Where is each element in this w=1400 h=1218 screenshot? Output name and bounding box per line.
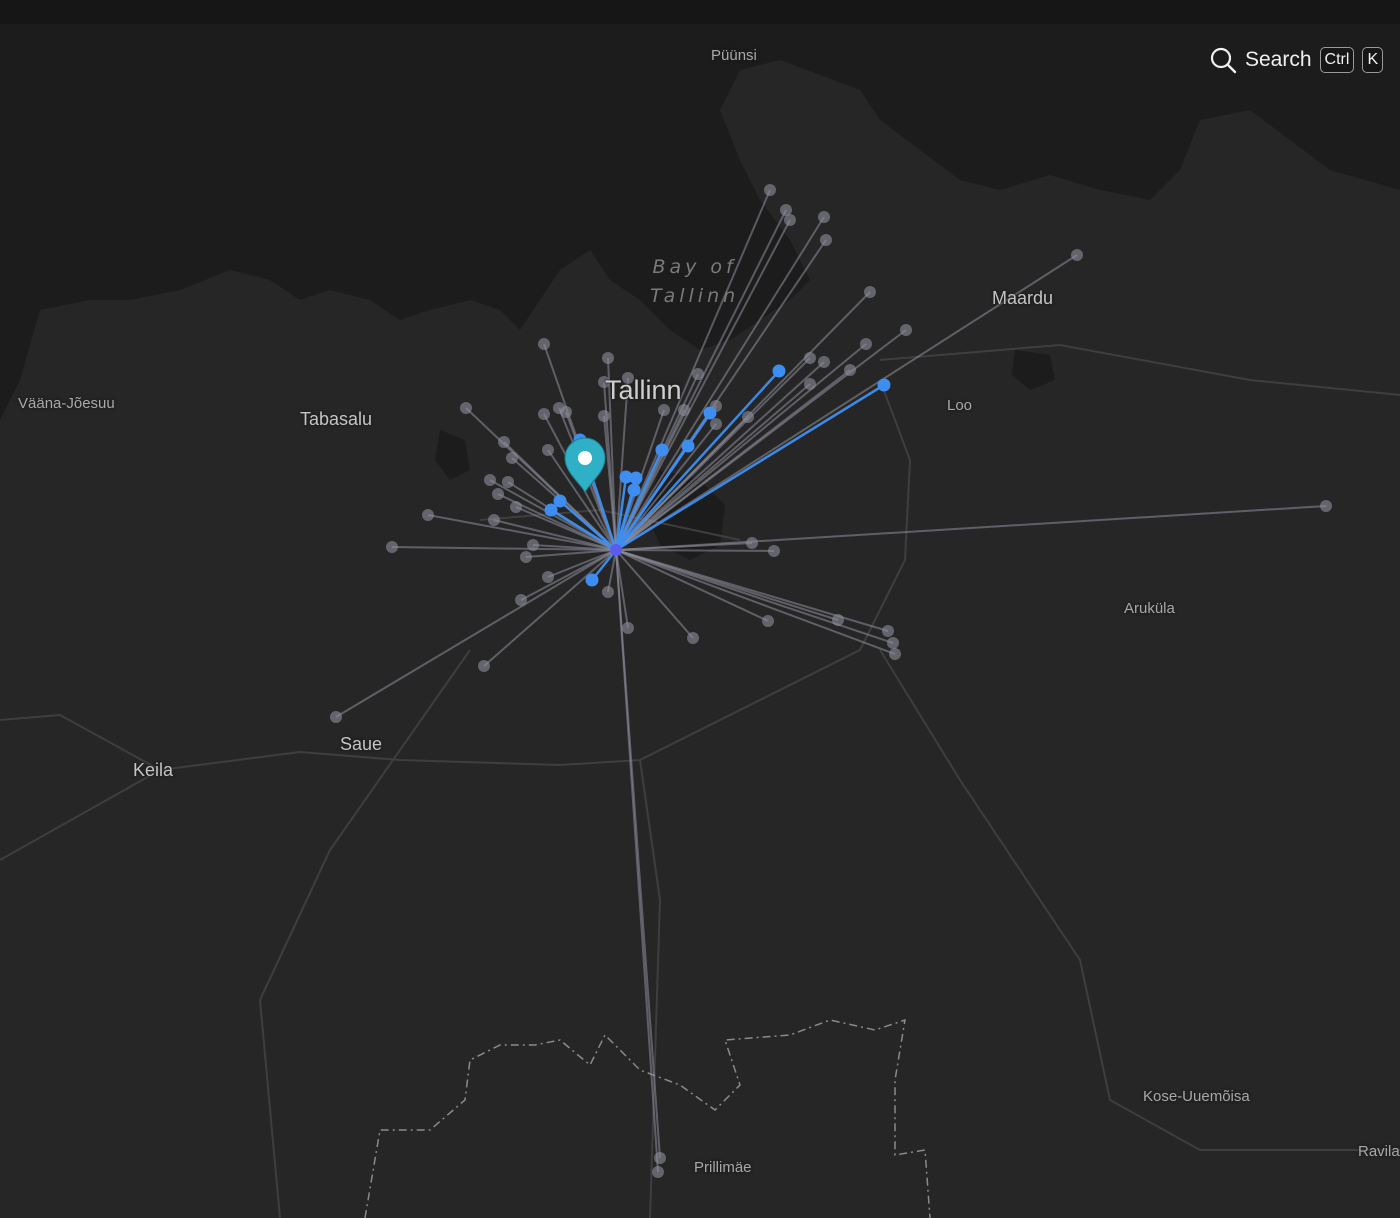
endpoint-dot-grey[interactable] <box>818 356 830 368</box>
endpoint-dot-grey[interactable] <box>602 352 614 364</box>
place-label-keila: Keila <box>133 760 174 780</box>
place-label-saue: Saue <box>340 734 383 754</box>
endpoint-dot-grey[interactable] <box>386 541 398 553</box>
endpoint-dot-blue[interactable] <box>877 378 891 392</box>
place-label-kose-uuemoisa: Kose-Uuemõisa <box>1143 1088 1250 1105</box>
place-label-arukula: Aruküla <box>1124 600 1175 617</box>
endpoint-dot-grey[interactable] <box>498 436 510 448</box>
endpoint-dot-grey[interactable] <box>864 286 876 298</box>
endpoint-dot-grey[interactable] <box>492 488 504 500</box>
endpoint-dot-blue[interactable] <box>655 443 669 457</box>
sea <box>0 24 1400 420</box>
search-label: Search <box>1245 48 1312 71</box>
endpoint-dot-grey[interactable] <box>742 411 754 423</box>
endpoint-dot-grey[interactable] <box>422 509 434 521</box>
endpoint-dot-grey[interactable] <box>692 368 704 380</box>
endpoint-dot-grey[interactable] <box>832 614 844 626</box>
place-label-bay-of-tallinn: Bay of Tallinn <box>650 253 739 311</box>
endpoint-dot-grey[interactable] <box>622 622 634 634</box>
endpoint-dot-grey[interactable] <box>598 410 610 422</box>
endpoint-dot-grey[interactable] <box>652 1166 664 1178</box>
endpoint-dot-grey[interactable] <box>882 625 894 637</box>
endpoint-dot-grey[interactable] <box>488 514 500 526</box>
connection-line-grey <box>615 549 889 632</box>
bay-label-line1: Bay of <box>652 256 737 278</box>
lake-harku <box>435 430 470 480</box>
search-button[interactable]: Search Ctrl K <box>1209 46 1384 74</box>
endpoint-dot-grey[interactable] <box>746 537 758 549</box>
place-label-ravila: Ravila <box>1358 1143 1400 1160</box>
county-boundary <box>364 1018 931 1218</box>
search-icon <box>1210 47 1237 74</box>
map-canvas[interactable]: Püünsi Bay of Tallinn Maardu Tallinn Vää… <box>0 24 1400 1218</box>
hub-dot[interactable] <box>610 544 622 556</box>
endpoint-dot-grey[interactable] <box>538 408 550 420</box>
endpoint-dot-grey[interactable] <box>860 338 872 350</box>
endpoint-dot-grey[interactable] <box>687 632 699 644</box>
lake-maardu <box>1012 350 1055 390</box>
endpoint-dot-grey[interactable] <box>527 539 539 551</box>
endpoint-dot-grey[interactable] <box>1071 249 1083 261</box>
endpoint-dot-grey[interactable] <box>1320 500 1332 512</box>
endpoint-dot-grey[interactable] <box>330 711 342 723</box>
endpoint-dot-grey[interactable] <box>542 571 554 583</box>
connection-line-grey <box>615 549 775 552</box>
endpoint-dot-blue[interactable] <box>585 573 599 587</box>
endpoint-dot-blue[interactable] <box>544 503 558 517</box>
endpoint-dot-grey[interactable] <box>538 338 550 350</box>
endpoint-dot-grey[interactable] <box>768 545 780 557</box>
shortcut-key-k: K <box>1362 47 1384 73</box>
connection-line-grey <box>615 549 896 655</box>
map-svg <box>0 24 1400 1218</box>
endpoint-dot-grey[interactable] <box>762 615 774 627</box>
endpoint-dot-blue[interactable] <box>619 470 633 484</box>
endpoint-dot-grey[interactable] <box>520 551 532 563</box>
connection-line-grey <box>483 549 617 667</box>
endpoint-dot-blue[interactable] <box>681 439 695 453</box>
shortcut-key-ctrl: Ctrl <box>1319 47 1355 73</box>
endpoint-dot-grey[interactable] <box>889 648 901 660</box>
connection-line-grey <box>615 549 769 622</box>
top-bar <box>0 0 1400 25</box>
connection-endpoints <box>330 184 1332 1178</box>
place-label-tabasalu: Tabasalu <box>300 409 373 429</box>
bay-label-line2: Tallinn <box>650 285 740 307</box>
endpoint-dot-grey[interactable] <box>478 660 490 672</box>
pin-center-dot <box>578 451 592 465</box>
endpoint-dot-blue[interactable] <box>627 483 641 497</box>
endpoint-dot-grey[interactable] <box>484 474 496 486</box>
endpoint-dot-grey[interactable] <box>818 211 830 223</box>
endpoint-dot-grey[interactable] <box>602 586 614 598</box>
endpoint-dot-grey[interactable] <box>460 402 472 414</box>
endpoint-dot-grey[interactable] <box>560 406 572 418</box>
connection-line-grey <box>615 549 659 1173</box>
endpoint-dot-grey[interactable] <box>654 1152 666 1164</box>
endpoint-dot-grey[interactable] <box>502 476 514 488</box>
endpoint-dot-blue[interactable] <box>772 364 786 378</box>
place-label-prillimae: Prillimäe <box>694 1159 752 1176</box>
endpoint-dot-grey[interactable] <box>804 378 816 390</box>
endpoint-dot-grey[interactable] <box>820 234 832 246</box>
endpoint-dot-grey[interactable] <box>804 352 816 364</box>
endpoint-dot-grey[interactable] <box>515 594 527 606</box>
endpoint-dot-grey[interactable] <box>542 444 554 456</box>
endpoint-dot-grey[interactable] <box>710 418 722 430</box>
place-label-loo: Loo <box>947 397 973 414</box>
connection-line-grey <box>335 549 617 718</box>
endpoint-dot-grey[interactable] <box>784 214 796 226</box>
endpoint-dot-grey[interactable] <box>764 184 776 196</box>
endpoint-dot-grey[interactable] <box>510 501 522 513</box>
endpoint-dot-grey[interactable] <box>887 637 899 649</box>
endpoint-dot-grey[interactable] <box>844 364 856 376</box>
place-label-puunsi: Püünsi <box>711 47 757 64</box>
connection-lines <box>335 189 1327 1173</box>
endpoint-dot-grey[interactable] <box>900 324 912 336</box>
place-label-tallinn: Tallinn <box>605 375 682 405</box>
endpoint-dot-blue[interactable] <box>703 406 717 420</box>
place-label-vaana-joesuu: Vääna-Jõesuu <box>18 395 115 412</box>
place-label-maardu: Maardu <box>992 288 1054 308</box>
endpoint-dot-grey[interactable] <box>506 452 518 464</box>
